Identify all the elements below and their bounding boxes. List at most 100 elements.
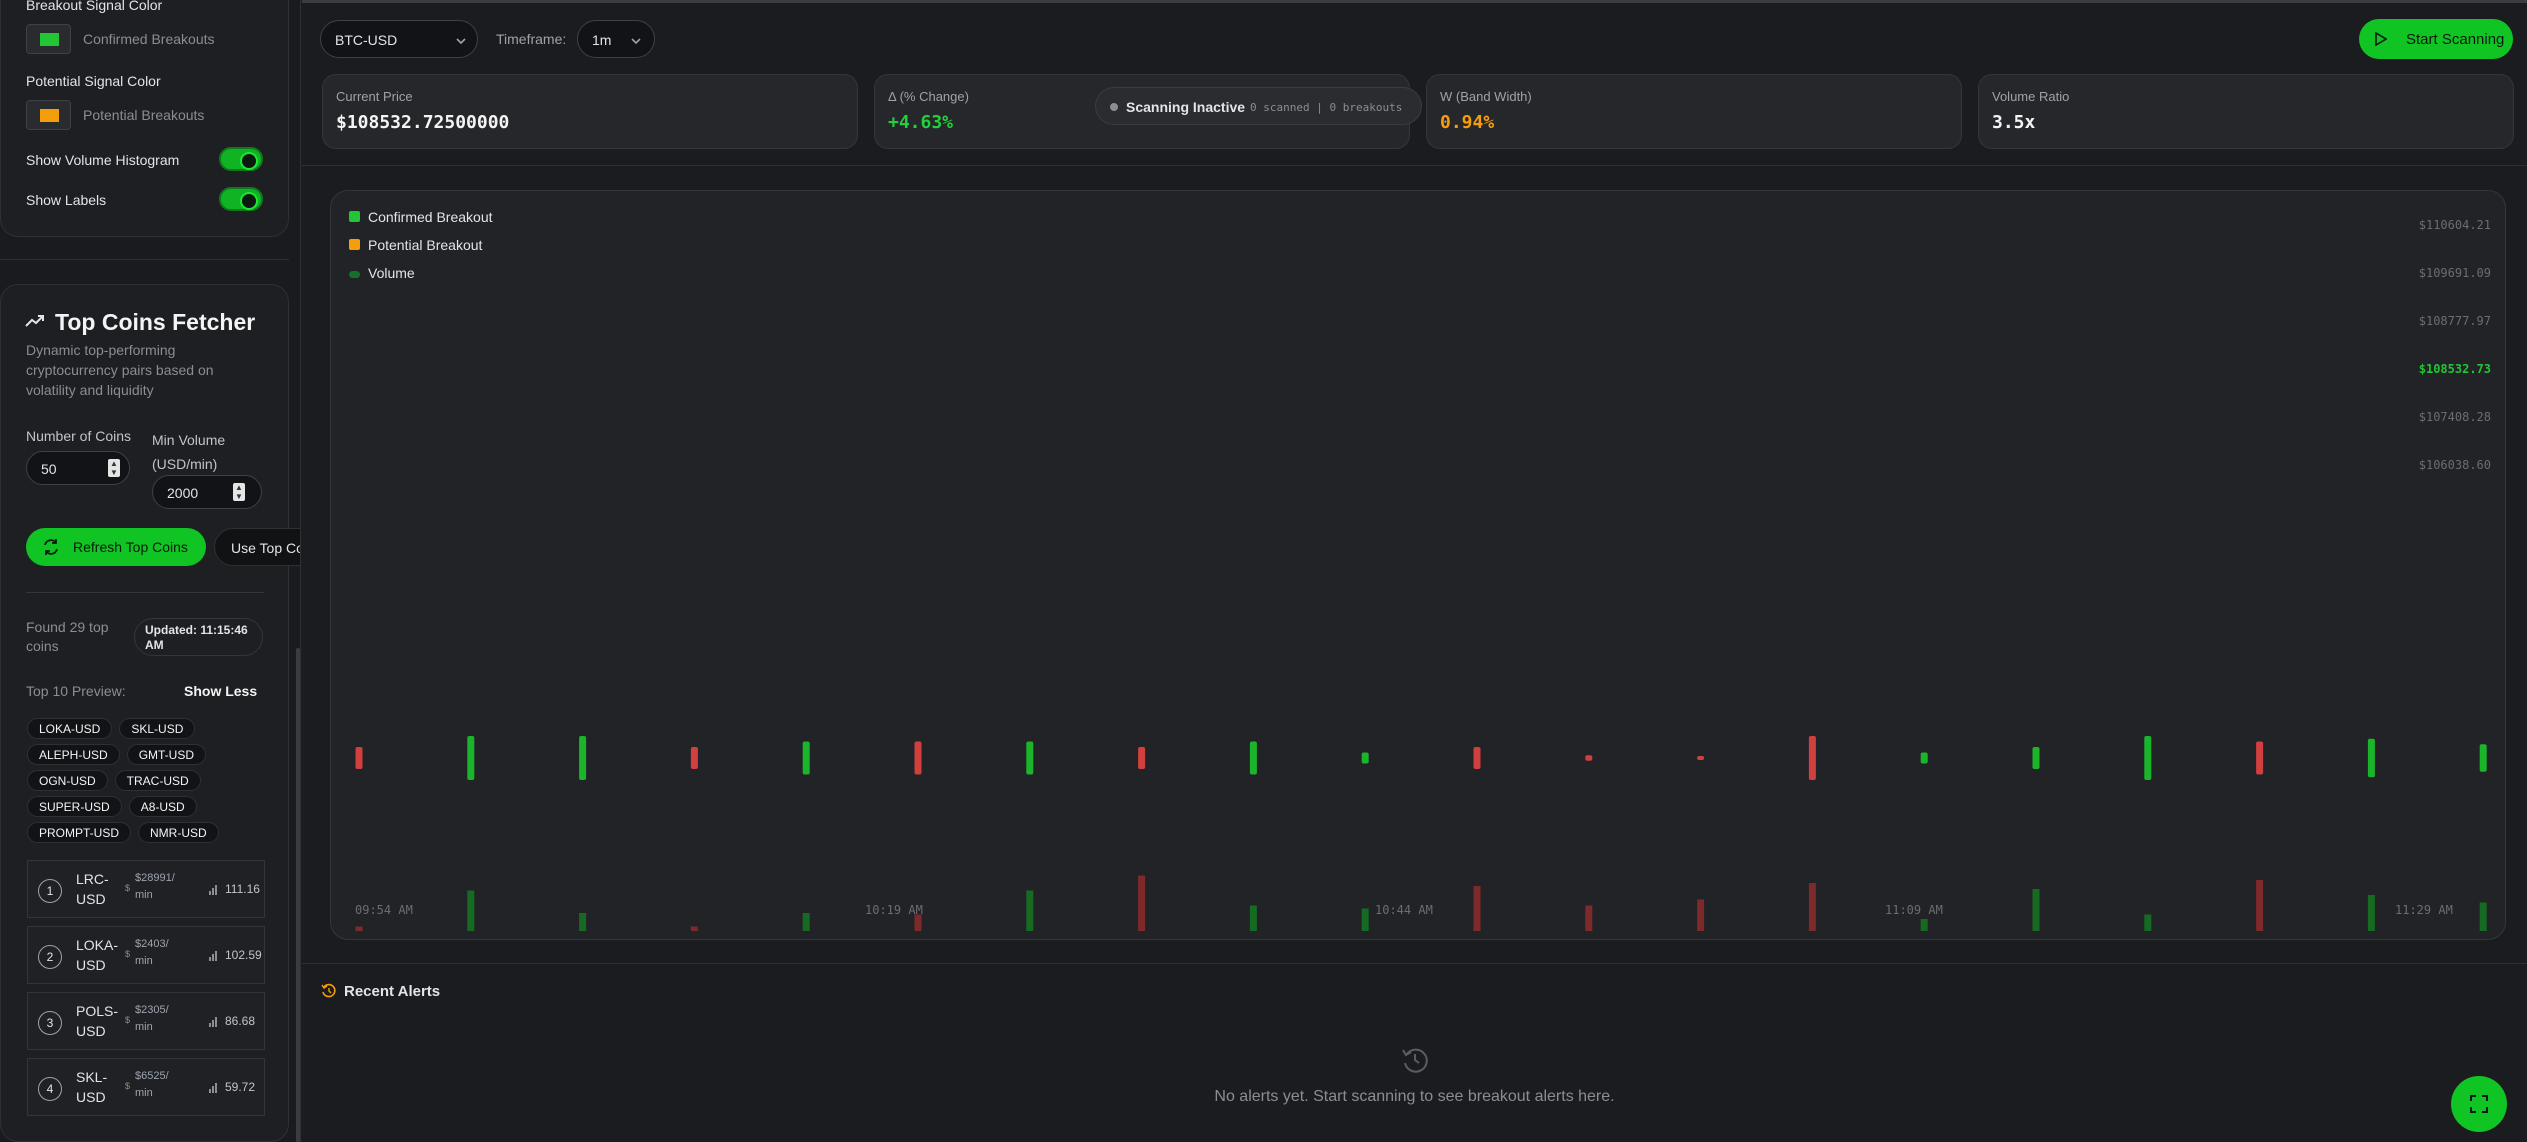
coin-rank: 1 — [38, 879, 62, 903]
updated-badge: Updated: 11:15:46 AM — [134, 618, 263, 656]
coin-list-item[interactable]: 1 LRC-USD $ $28991/ min 111.16 — [27, 860, 265, 918]
candle — [1026, 741, 1034, 775]
coin-volume: $2305/ min — [135, 1004, 169, 1033]
trending-up-icon — [25, 313, 45, 334]
volume-ratio-value: 3.5x — [1992, 112, 2036, 133]
coin-list-item[interactable]: 4 SKL-USD $ $6525/ min 59.72 — [27, 1058, 265, 1116]
coin-rank: 2 — [38, 945, 62, 969]
alerts-empty-text: No alerts yet. Start scanning to see bre… — [1214, 1088, 1615, 1105]
candle — [1138, 747, 1146, 769]
volume-bar — [802, 913, 810, 931]
show-labels-label: Show Labels — [26, 192, 107, 208]
chevron-down-icon — [455, 34, 467, 52]
min-volume-label: Min Volume (USD/min) — [152, 432, 226, 472]
show-less-button[interactable]: Show Less — [184, 683, 257, 699]
volume-bar — [1808, 883, 1816, 931]
coin-volume: $28991/ min — [135, 872, 175, 901]
volume-bar — [1473, 886, 1481, 931]
volume-ratio-card: Volume Ratio 3.5x — [1978, 74, 2514, 149]
candle — [2256, 741, 2264, 775]
top-edge — [302, 0, 2527, 3]
refresh-top-coins-button[interactable]: Refresh Top Coins — [26, 528, 206, 566]
history-icon — [321, 983, 337, 1004]
coin-symbol: SKL-USD — [76, 1069, 108, 1105]
volume-bar — [2479, 902, 2487, 931]
band-width-label: W (Band Width) — [1440, 89, 1532, 104]
num-coins-input[interactable]: 50 ▲ ▼ — [26, 451, 130, 485]
fullscreen-button[interactable] — [2451, 1076, 2507, 1132]
confirmed-color-chip — [40, 33, 59, 46]
coin-list-item[interactable]: 3 POLS-USD $ $2305/ min 86.68 — [27, 992, 265, 1050]
sidebar-divider — [0, 259, 289, 260]
min-volume-input[interactable]: 2000 ▲ ▼ — [152, 475, 262, 509]
potential-color-swatch[interactable] — [26, 100, 71, 130]
coin-chip[interactable]: OGN-USD — [27, 770, 108, 791]
coin-chip[interactable]: GMT-USD — [126, 744, 207, 765]
candle — [1361, 752, 1369, 764]
coin-score: 111.16 — [225, 882, 260, 896]
volume-bar — [2144, 914, 2152, 931]
coin-chip[interactable]: A8-USD — [128, 796, 197, 817]
candle — [2479, 744, 2487, 772]
candle — [2367, 738, 2375, 778]
dollar-icon: $ — [125, 949, 131, 959]
scan-counts: 0 scanned | 0 breakouts — [1250, 101, 1403, 114]
num-coins-stepper[interactable]: ▲ ▼ — [108, 459, 120, 477]
coin-chip[interactable]: SKL-USD — [119, 718, 196, 739]
coin-rank: 3 — [38, 1011, 62, 1035]
coin-list-item[interactable]: 2 LOKA-USD $ $2403/ min 102.59 — [27, 926, 265, 984]
current-price-card: Current Price $108532.72500000 — [322, 74, 858, 149]
scan-status-text: Scanning Inactive — [1126, 99, 1246, 115]
y-tick-label: $107408.28 — [2419, 410, 2491, 424]
min-volume-stepper[interactable]: ▲ ▼ — [233, 483, 245, 501]
chevron-down-icon — [630, 34, 642, 52]
start-scanning-button[interactable]: Start Scanning — [2359, 19, 2513, 59]
y-tick-label: $106038.60 — [2419, 458, 2491, 472]
coin-chip[interactable]: PROMPT-USD — [27, 822, 132, 843]
coin-symbol: LOKA-USD — [76, 937, 119, 973]
coin-score: 59.72 — [225, 1080, 256, 1094]
found-coins-text: Found 29 top coins — [26, 619, 109, 654]
dollar-icon: $ — [125, 883, 131, 893]
alerts-divider — [302, 963, 2527, 964]
sidebar-scrollbar[interactable] — [296, 648, 300, 1142]
y-tick-label: $108532.73 — [2419, 362, 2491, 376]
status-dot — [1110, 103, 1118, 111]
coin-chip[interactable]: TRAC-USD — [114, 770, 201, 791]
coin-score: 86.68 — [225, 1014, 256, 1028]
potential-color-chip — [40, 109, 59, 122]
use-top-coins-label: Use Top Coi — [231, 540, 301, 556]
price-chart[interactable]: $110604.21 $109691.09 $108777.97 $108532.73… — [331, 191, 2507, 941]
x-tick-label: 11:29 AM — [2395, 903, 2453, 917]
symbol-select[interactable]: BTC-USD — [320, 20, 478, 58]
candle — [690, 747, 698, 769]
volume-bar — [579, 913, 587, 931]
coin-chip[interactable]: SUPER-USD — [27, 796, 122, 817]
candle — [467, 736, 475, 780]
candle — [579, 736, 587, 780]
bar-chart-icon — [208, 1014, 218, 1032]
candle — [1808, 736, 1816, 780]
confirmed-color-swatch[interactable] — [26, 24, 71, 54]
scan-status-pill: Scanning Inactive 0 scanned | 0 breakout… — [1095, 87, 1422, 125]
x-tick-label: 10:44 AM — [1375, 903, 1433, 917]
coin-score: 102.59 — [225, 948, 262, 962]
coin-chip[interactable]: LOKA-USD — [27, 718, 113, 739]
top-coins-fetcher-panel: Top Coins Fetcher Dynamic top-performing… — [0, 284, 300, 1142]
show-labels-toggle[interactable] — [219, 187, 263, 211]
volume-bar — [1249, 905, 1257, 931]
candle — [2144, 736, 2152, 780]
candle — [1920, 752, 1928, 764]
coin-chip[interactable]: ALEPH-USD — [27, 744, 120, 765]
candle — [1585, 755, 1593, 761]
candle — [355, 747, 363, 769]
use-top-coins-button[interactable]: Use Top Coi — [214, 528, 301, 566]
volume-bar — [2256, 880, 2264, 931]
volume-bar — [690, 926, 698, 931]
timeframe-select[interactable]: 1m — [577, 20, 655, 58]
coin-volume: $6525/ min — [135, 1070, 169, 1099]
show-volume-toggle[interactable] — [219, 147, 263, 171]
coin-chip[interactable]: NMR-USD — [138, 822, 219, 843]
volume-bar — [1026, 890, 1034, 931]
num-coins-label: Number of Coins — [26, 428, 132, 444]
